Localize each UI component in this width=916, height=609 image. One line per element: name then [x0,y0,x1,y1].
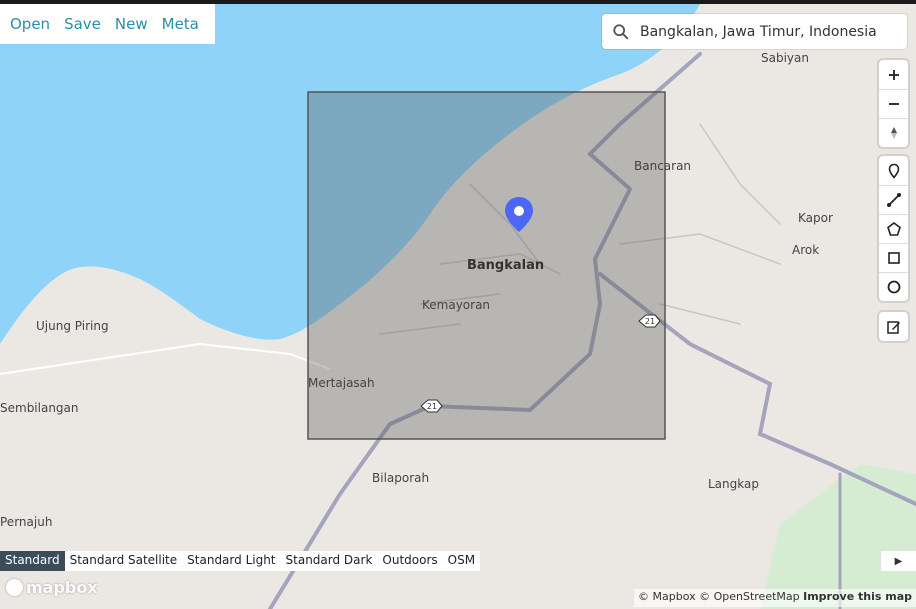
compass-icon [890,127,897,139]
zoom-out-button[interactable] [879,89,908,118]
label-mertajasah: Mertajasah [308,376,375,390]
line-icon [886,193,901,207]
label-pernajuh: Pernajuh [0,515,52,529]
svg-text:21: 21 [645,317,655,326]
label-langkap: Langkap [708,477,759,491]
nav-controls [879,60,908,147]
edit-controls [879,312,908,341]
style-outdoors[interactable]: Outdoors [377,551,442,571]
menu-open[interactable]: Open [0,15,50,33]
edit-icon [886,320,900,334]
search-icon [613,23,629,39]
attribution: © Mapbox © OpenStreetMap Improve this ma… [634,589,916,607]
style-standard-dark[interactable]: Standard Dark [281,551,378,571]
attrib-mapbox[interactable]: © Mapbox [638,590,696,603]
menu-meta[interactable]: Meta [152,15,199,33]
draw-controls [879,156,908,301]
plus-icon [888,69,899,80]
logo-text: mapbox [26,578,98,597]
attrib-osm[interactable]: © OpenStreetMap [699,590,800,603]
attrib-improve[interactable]: Improve this map [803,590,912,603]
polygon-icon [886,222,901,236]
label-ujung-piring: Ujung Piring [36,319,109,333]
mapbox-logo[interactable]: mapbox [6,578,98,597]
style-osm[interactable]: OSM [443,551,480,571]
mapbox-mark-icon [6,579,23,596]
menu-save[interactable]: Save [54,15,101,33]
draw-rectangle-button[interactable] [879,243,908,272]
edit-button[interactable] [879,312,908,341]
zoom-in-button[interactable] [879,60,908,89]
minus-icon [888,103,899,105]
draw-line-button[interactable] [879,185,908,214]
label-kemayoran: Kemayoran [422,298,490,312]
label-bancaran: Bancaran [634,159,691,173]
style-standard[interactable]: Standard [0,551,65,571]
compass-button[interactable] [879,118,908,147]
marker-icon [888,163,899,179]
draw-circle-button[interactable] [879,272,908,301]
rectangle-icon [887,252,900,264]
search-input[interactable] [638,22,892,41]
style-standard-satellite[interactable]: Standard Satellite [65,551,183,571]
style-standard-light[interactable]: Standard Light [182,551,280,571]
label-sembilangan: Sembilangan [0,401,79,415]
label-sabiyan: Sabiyan [761,51,809,65]
circle-icon [887,280,900,294]
label-bilaporah: Bilaporah [372,471,429,485]
label-bangkalan: Bangkalan [467,258,544,273]
label-kapor: Kapor [798,211,833,225]
draw-polygon-button[interactable] [879,214,908,243]
map-canvas[interactable]: 21 21 Sabiyan Bancaran Kapor Arok Bangka… [0,4,916,609]
label-arok: Arok [792,243,819,257]
draw-marker-button[interactable] [879,156,908,185]
style-switcher: Standard Standard Satellite Standard Lig… [0,551,481,571]
search-box[interactable] [602,14,907,49]
menu-new[interactable]: New [105,15,148,33]
chevron-right-icon[interactable]: ▶ [881,551,916,571]
svg-text:21: 21 [427,402,437,411]
menu-bar: Open Save New Meta [0,4,215,44]
